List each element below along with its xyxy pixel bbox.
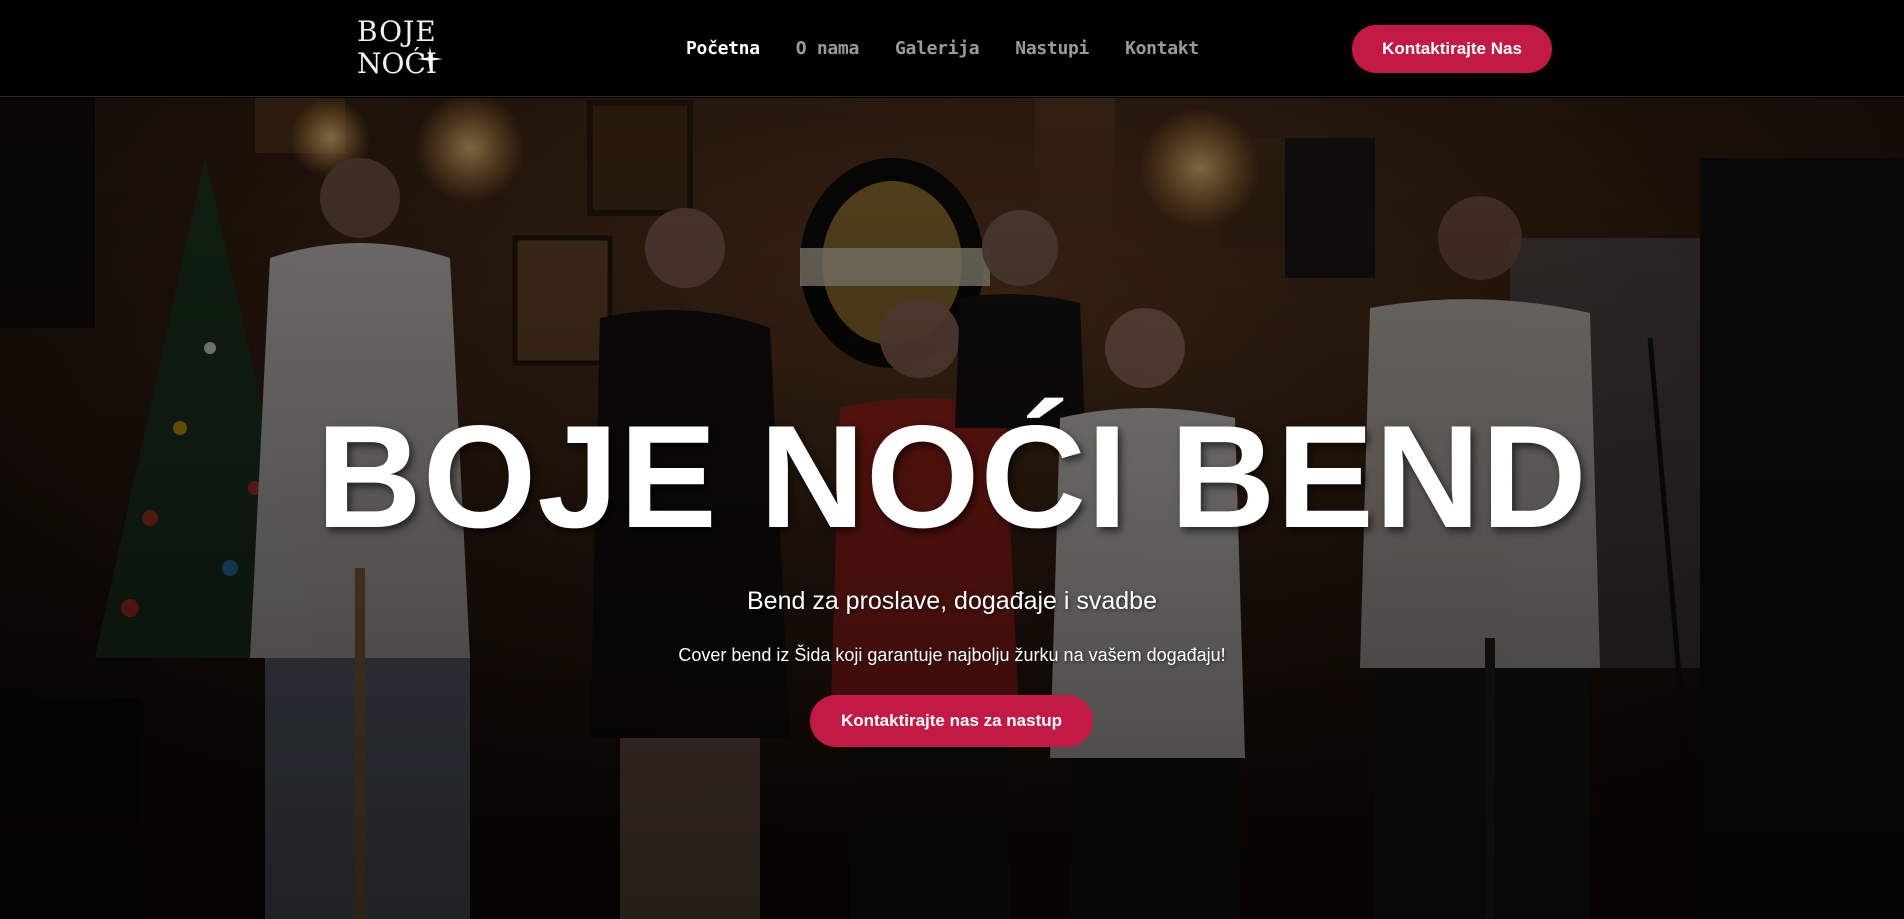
hero-description: Cover bend iz Šida koji garantuje najbol… <box>678 645 1226 665</box>
boje-noci-logo[interactable]: BOJE NOĆI <box>355 16 451 82</box>
book-performance-button[interactable]: Kontaktirajte nas za nastup <box>810 695 1093 747</box>
sparkle-icon <box>417 46 443 72</box>
nav-item-kontakt[interactable]: Kontakt <box>1125 38 1199 62</box>
site-header: BOJE NOĆI Početna O nama Galerija Nastup… <box>0 0 1904 97</box>
logo-line-1: BOJE <box>357 15 437 48</box>
contact-us-button[interactable]: Kontaktirajte Nas <box>1352 25 1552 73</box>
nav-item-galerija[interactable]: Galerija <box>895 38 980 62</box>
nav-item-nastupi[interactable]: Nastupi <box>1015 38 1089 62</box>
hero-title: BOJE NOĆI BEND <box>316 395 1588 558</box>
hero-section: BOJE NOĆI BEND Bend za proslave, događaj… <box>0 98 1904 919</box>
nav-item-o-nama[interactable]: O nama <box>796 38 860 62</box>
hero-subtitle: Bend za proslave, događaje i svadbe <box>746 587 1157 615</box>
nav-item-pocetna[interactable]: Početna <box>686 38 760 62</box>
main-nav: Početna O nama Galerija Nastupi Kontakt <box>686 38 1199 62</box>
